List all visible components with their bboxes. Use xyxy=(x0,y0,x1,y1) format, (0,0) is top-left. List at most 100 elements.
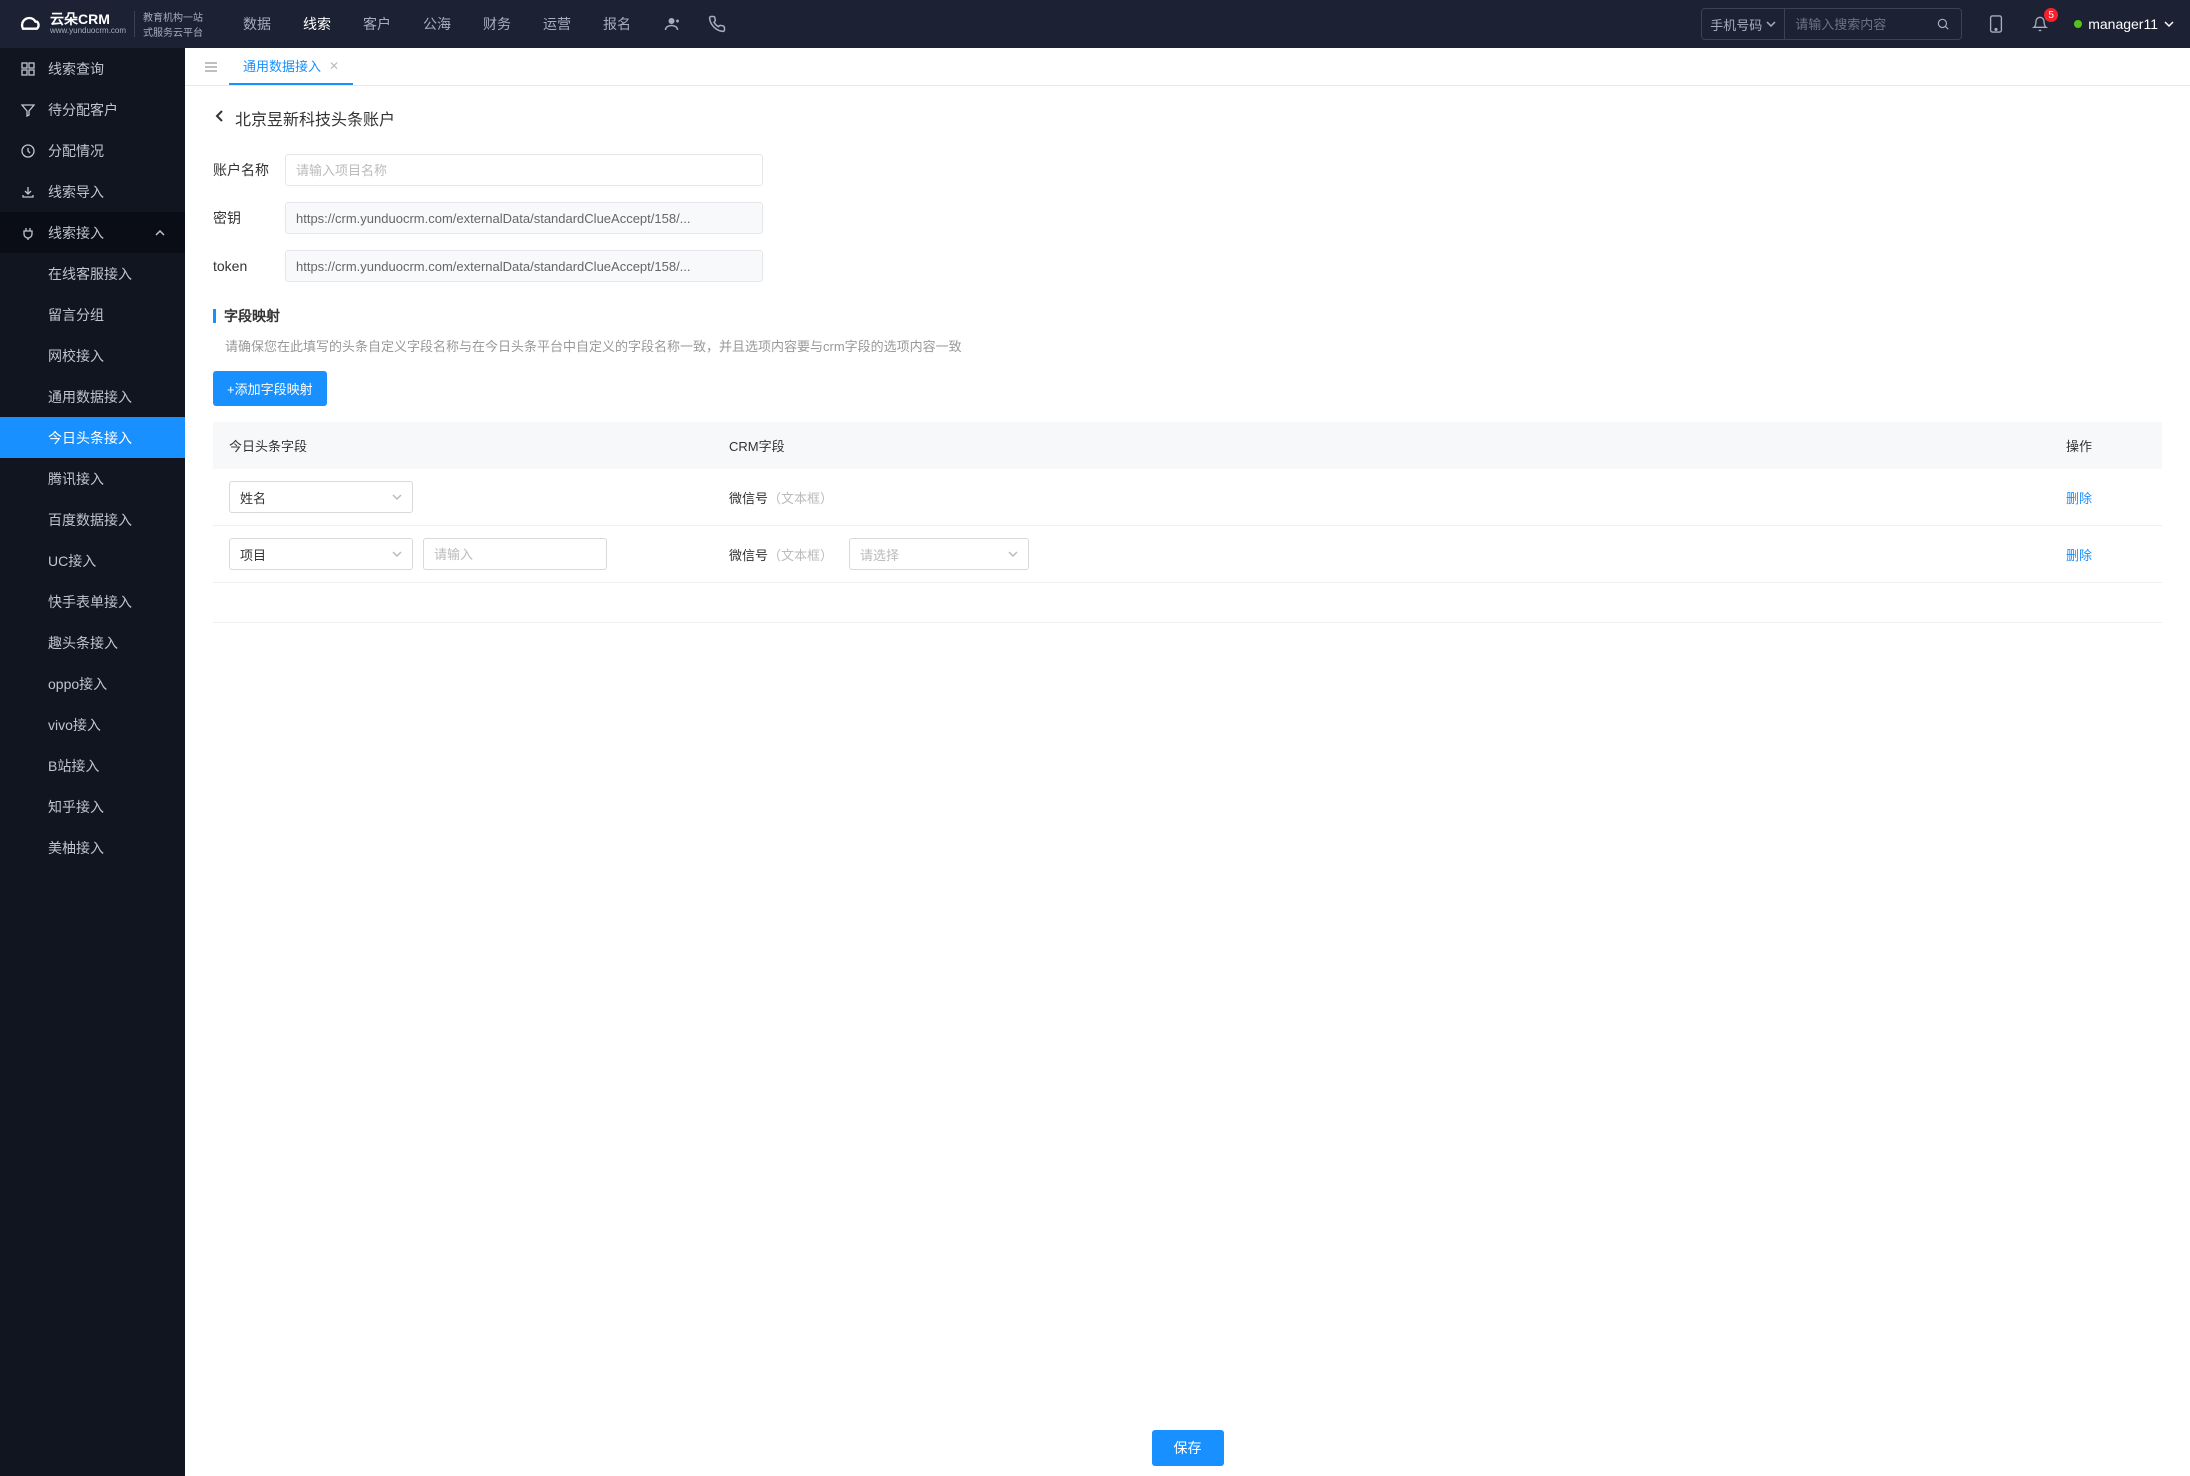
nav-customer[interactable]: 客户 xyxy=(363,14,391,34)
sidebar-item[interactable]: 待分配客户 xyxy=(0,89,185,130)
export-icon xyxy=(20,184,36,200)
table-row: 姓名 微信号（文本框） 删除 xyxy=(213,469,2162,526)
sidebar-item-label: 待分配客户 xyxy=(48,100,118,120)
select-placeholder: 请选择 xyxy=(860,545,899,564)
sidebar-item[interactable]: 在线客服接入 xyxy=(0,253,185,294)
tabs-bar: 通用数据接入 ✕ xyxy=(185,48,2190,86)
crm-value-select[interactable]: 请选择 xyxy=(849,538,1029,570)
crm-field-name: 微信号 xyxy=(729,548,768,563)
page-title: 北京昱新科技头条账户 xyxy=(235,106,395,130)
select-value: 项目 xyxy=(240,545,266,564)
sidebar-item[interactable]: 留言分组 xyxy=(0,294,185,335)
sidebar-item-label: 腾讯接入 xyxy=(48,469,104,489)
nav-public[interactable]: 公海 xyxy=(423,14,451,34)
delete-link[interactable]: 删除 xyxy=(2066,491,2092,506)
sidebar-item-label: 留言分组 xyxy=(48,305,104,325)
sidebar-item-label: 线索查询 xyxy=(48,59,104,79)
close-icon[interactable]: ✕ xyxy=(329,59,339,73)
sidebar-item[interactable]: B站接入 xyxy=(0,745,185,786)
sidebar-item-label: 网校接入 xyxy=(48,346,104,366)
bell-icon[interactable]: 5 xyxy=(2030,14,2050,34)
footer-bar: 保存 xyxy=(185,1420,2190,1476)
mobile-icon[interactable] xyxy=(1986,14,2006,34)
toutiao-field-select[interactable]: 项目 xyxy=(229,538,413,570)
search-type-select[interactable]: 手机号码 xyxy=(1702,9,1785,39)
section-bar xyxy=(213,309,216,323)
sidebar-item-label: B站接入 xyxy=(48,756,99,776)
chevron-down-icon xyxy=(392,549,402,559)
chevron-down-icon xyxy=(2164,19,2174,29)
sidebar-item[interactable]: 腾讯接入 xyxy=(0,458,185,499)
chevron-down-icon xyxy=(1766,19,1776,29)
delete-link[interactable]: 删除 xyxy=(2066,548,2092,563)
nav-finance[interactable]: 财务 xyxy=(483,14,511,34)
th-crm: CRM字段 xyxy=(729,436,2066,455)
cloud-icon xyxy=(16,10,44,38)
filter-icon xyxy=(20,102,36,118)
plug-icon xyxy=(20,225,36,241)
nav-signup[interactable]: 报名 xyxy=(603,14,631,34)
sidebar-item-label: 线索接入 xyxy=(48,223,104,243)
token-input[interactable] xyxy=(285,250,763,282)
main-content: 通用数据接入 ✕ 北京昱新科技头条账户 账户名称 密钥 token xyxy=(185,48,2190,1476)
table-header: 今日头条字段 CRM字段 操作 xyxy=(213,422,2162,469)
secret-input[interactable] xyxy=(285,202,763,234)
sidebar-item[interactable]: 快手表单接入 xyxy=(0,581,185,622)
grid-icon xyxy=(20,61,36,77)
sidebar-item[interactable]: 分配情况 xyxy=(0,130,185,171)
sidebar-item[interactable]: oppo接入 xyxy=(0,663,185,704)
nav-clue[interactable]: 线索 xyxy=(303,14,331,34)
logo[interactable]: 云朵CRM www.yunduocrm.com 教育机构一站 式服务云平台 xyxy=(16,9,203,39)
tab-label: 通用数据接入 xyxy=(243,56,321,75)
section-desc: 请确保您在此填写的头条自定义字段名称与在今日头条平台中自定义的字段名称一致，并且… xyxy=(213,336,2162,355)
back-icon[interactable] xyxy=(213,109,227,128)
user-menu[interactable]: manager11 xyxy=(2074,16,2174,32)
crm-field-type: （文本框） xyxy=(768,548,833,563)
sidebar-item[interactable]: 通用数据接入 xyxy=(0,376,185,417)
chevron-up-icon xyxy=(155,225,165,241)
chevron-down-icon xyxy=(1008,549,1018,559)
sidebar-item-label: oppo接入 xyxy=(48,674,107,694)
user-name: manager11 xyxy=(2088,16,2158,32)
sidebar-item[interactable]: 今日头条接入 xyxy=(0,417,185,458)
toutiao-field-select[interactable]: 姓名 xyxy=(229,481,413,513)
save-button[interactable]: 保存 xyxy=(1152,1430,1224,1466)
sidebar-item[interactable]: 趣头条接入 xyxy=(0,622,185,663)
search-input[interactable] xyxy=(1785,9,1925,39)
sidebar-item-label: 趣头条接入 xyxy=(48,633,118,653)
sidebar-item[interactable]: 美柚接入 xyxy=(0,827,185,868)
sidebar-item[interactable]: 网校接入 xyxy=(0,335,185,376)
tab-general-data[interactable]: 通用数据接入 ✕ xyxy=(229,48,353,85)
nav-operation[interactable]: 运营 xyxy=(543,14,571,34)
sidebar-item-label: 知乎接入 xyxy=(48,797,104,817)
phone-icon[interactable] xyxy=(707,14,727,34)
select-value: 姓名 xyxy=(240,488,266,507)
toutiao-value-input[interactable] xyxy=(423,538,607,570)
sidebar: 线索查询待分配客户分配情况线索导入线索接入在线客服接入留言分组网校接入通用数据接… xyxy=(0,48,185,1476)
sidebar-item[interactable]: UC接入 xyxy=(0,540,185,581)
notification-badge: 5 xyxy=(2044,8,2058,22)
chevron-down-icon xyxy=(392,492,402,502)
logo-slogan-2: 式服务云平台 xyxy=(143,24,203,39)
search-button[interactable] xyxy=(1925,9,1961,39)
sidebar-item[interactable]: 线索查询 xyxy=(0,48,185,89)
sidebar-item-label: 百度数据接入 xyxy=(48,510,132,530)
add-mapping-button[interactable]: +添加字段映射 xyxy=(213,371,327,406)
sidebar-item[interactable]: vivo接入 xyxy=(0,704,185,745)
sidebar-item[interactable]: 百度数据接入 xyxy=(0,499,185,540)
sidebar-item[interactable]: 线索接入 xyxy=(0,212,185,253)
user-add-icon[interactable] xyxy=(663,14,683,34)
token-label: token xyxy=(213,258,285,274)
sidebar-item[interactable]: 知乎接入 xyxy=(0,786,185,827)
sidebar-item-label: 通用数据接入 xyxy=(48,387,132,407)
breadcrumb: 北京昱新科技头条账户 xyxy=(213,106,2162,130)
mapping-table: 今日头条字段 CRM字段 操作 姓名 微信号（文本框） xyxy=(213,422,2162,623)
sidebar-item[interactable]: 线索导入 xyxy=(0,171,185,212)
search-type-label: 手机号码 xyxy=(1710,15,1762,34)
sidebar-item-label: UC接入 xyxy=(48,551,96,571)
nav-data[interactable]: 数据 xyxy=(243,14,271,34)
table-row: 项目 微信号（文本框） 请选择 xyxy=(213,526,2162,583)
account-name-input[interactable] xyxy=(285,154,763,186)
th-toutiao: 今日头条字段 xyxy=(229,436,729,455)
tabs-collapse-icon[interactable] xyxy=(193,48,229,85)
